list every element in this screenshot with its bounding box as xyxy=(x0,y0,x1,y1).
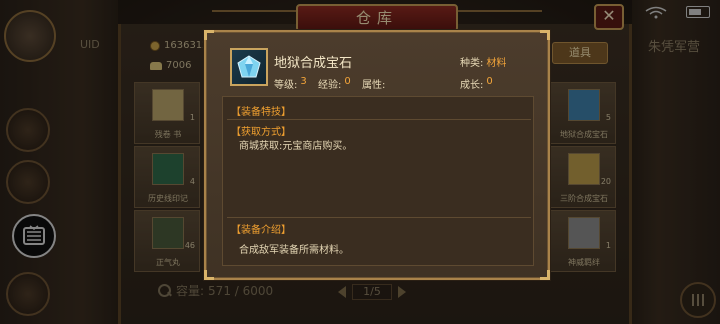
source-title: 【获取方式】 xyxy=(231,127,291,138)
level-row: 等级: 3 xyxy=(274,76,307,91)
intro-title: 【装备介绍】 xyxy=(231,225,291,236)
attr-label: 属性: xyxy=(362,80,386,91)
category-row: 种类: 材料 xyxy=(460,54,506,69)
exp-label: 经验: xyxy=(318,80,342,91)
detail-body: 【装备特技】 【获取方式】 商城获取:元宝商店购买。 【装备介绍】 合成敌军装备… xyxy=(222,96,534,266)
corner-ornament xyxy=(540,270,550,280)
intro-text: 合成敌军装备所需材料。 xyxy=(239,245,349,256)
exp-value: 0 xyxy=(344,76,351,87)
gem-icon xyxy=(236,55,262,79)
level-label: 等级: xyxy=(274,80,298,91)
item-detail-modal: 地狱合成宝石 种类: 材料 等级: 3 经验: 0 属性: 成长: 0 【装备特… xyxy=(204,30,550,280)
corner-ornament xyxy=(540,30,550,40)
corner-ornament xyxy=(204,30,214,40)
feature-title: 【装备特技】 xyxy=(231,107,291,118)
growth-label: 成长: xyxy=(460,80,484,91)
category-value: 材料 xyxy=(486,58,507,69)
divider xyxy=(227,217,531,218)
growth-row: 成长: 0 xyxy=(460,76,493,91)
item-icon-frame xyxy=(230,48,268,86)
attr-row: 属性: xyxy=(362,76,385,91)
category-label: 种类: xyxy=(460,58,484,69)
level-value: 3 xyxy=(300,76,307,87)
divider xyxy=(227,119,531,120)
growth-value: 0 xyxy=(486,76,493,87)
exp-row: 经验: 0 xyxy=(318,76,351,91)
corner-ornament xyxy=(204,270,214,280)
source-text: 商城获取:元宝商店购买。 xyxy=(239,141,353,152)
item-name: 地狱合成宝石 xyxy=(274,56,353,71)
